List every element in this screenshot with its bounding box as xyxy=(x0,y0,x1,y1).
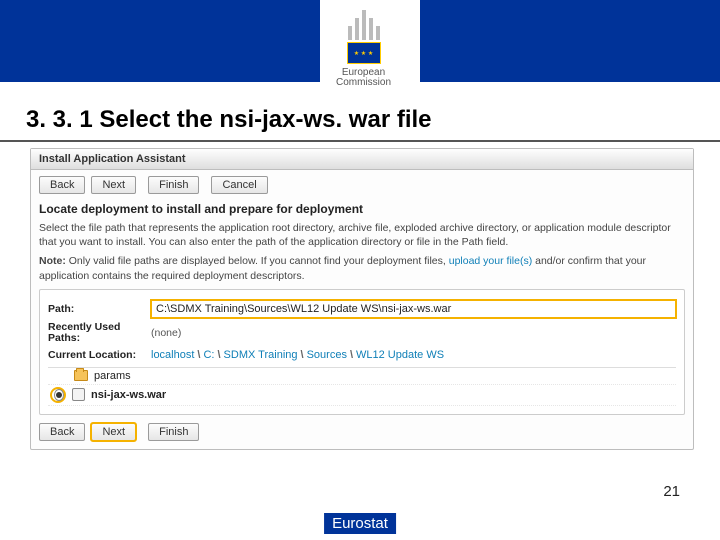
recent-paths-label: Recently Used Paths: xyxy=(48,322,143,345)
back-button[interactable]: Back xyxy=(39,176,85,194)
logo-text: European Commission xyxy=(330,66,397,90)
slide-title-row: 3. 3. 1 Select the nsi-jax-ws. war file xyxy=(0,106,720,142)
list-item-war[interactable]: nsi-jax-ws.war xyxy=(48,385,676,406)
ec-logo: ★ ★ ★ European Commission xyxy=(330,6,397,90)
file-list: params nsi-jax-ws.war xyxy=(48,367,676,406)
path-row: Path: xyxy=(48,300,676,318)
footer-eurostat: Eurostat xyxy=(324,513,396,534)
list-item-folder[interactable]: params xyxy=(48,368,676,385)
eu-flag-icon: ★ ★ ★ xyxy=(347,42,381,64)
finish-button-bottom[interactable]: Finish xyxy=(148,423,199,441)
button-row-top: Back Next Finish Cancel xyxy=(39,176,685,194)
slide-title: 3. 3. 1 Select the nsi-jax-ws. war file xyxy=(26,106,694,134)
back-button-bottom[interactable]: Back xyxy=(39,423,85,441)
radio-selected-icon[interactable] xyxy=(54,389,64,401)
folder-icon xyxy=(74,370,88,381)
panel-title: Install Application Assistant xyxy=(31,149,693,170)
next-button-bottom[interactable]: Next xyxy=(91,423,136,441)
page-number: 21 xyxy=(663,483,680,500)
note-paragraph: Note: Only valid file paths are displaye… xyxy=(39,254,685,282)
install-assistant-panel: Install Application Assistant Back Next … xyxy=(30,148,694,450)
crumb-seg-0[interactable]: C: xyxy=(203,349,214,361)
cancel-button[interactable]: Cancel xyxy=(211,176,267,194)
current-location-row: Current Location: localhost\C:\SDMX Trai… xyxy=(48,349,676,361)
section-heading: Locate deployment to install and prepare… xyxy=(39,202,685,216)
path-label: Path: xyxy=(48,303,143,315)
recent-paths-row: Recently Used Paths: (none) xyxy=(48,322,676,345)
war-file-name: nsi-jax-ws.war xyxy=(91,389,166,401)
crumb-seg-1[interactable]: SDMX Training xyxy=(224,349,298,361)
path-input[interactable] xyxy=(151,300,676,318)
slide-header: ★ ★ ★ European Commission xyxy=(0,0,720,82)
logo-building-icon xyxy=(348,6,380,40)
current-location-label: Current Location: xyxy=(48,349,143,361)
form-block: Path: Recently Used Paths: (none) Curren… xyxy=(39,289,685,415)
archive-icon xyxy=(72,388,85,401)
panel-body: Back Next Finish Cancel Locate deploymen… xyxy=(31,170,693,449)
crumb-seg-2[interactable]: Sources xyxy=(307,349,347,361)
crumb-host[interactable]: localhost xyxy=(151,349,194,361)
crumb-seg-3[interactable]: WL12 Update WS xyxy=(356,349,444,361)
radio-highlight-icon xyxy=(50,387,66,403)
next-button[interactable]: Next xyxy=(91,176,136,194)
button-row-bottom: Back Next Finish xyxy=(39,423,685,441)
logo-line2: Commission xyxy=(336,77,391,88)
folder-name: params xyxy=(94,370,131,382)
upload-files-link[interactable]: upload your file(s) xyxy=(449,255,532,267)
recent-paths-value: (none) xyxy=(151,327,181,339)
note-text-1: Only valid file paths are displayed belo… xyxy=(66,255,449,267)
breadcrumb: localhost\C:\SDMX Training\Sources\WL12 … xyxy=(151,349,444,361)
instruction-paragraph: Select the file path that represents the… xyxy=(39,221,685,249)
finish-button[interactable]: Finish xyxy=(148,176,199,194)
note-label: Note: xyxy=(39,255,66,267)
